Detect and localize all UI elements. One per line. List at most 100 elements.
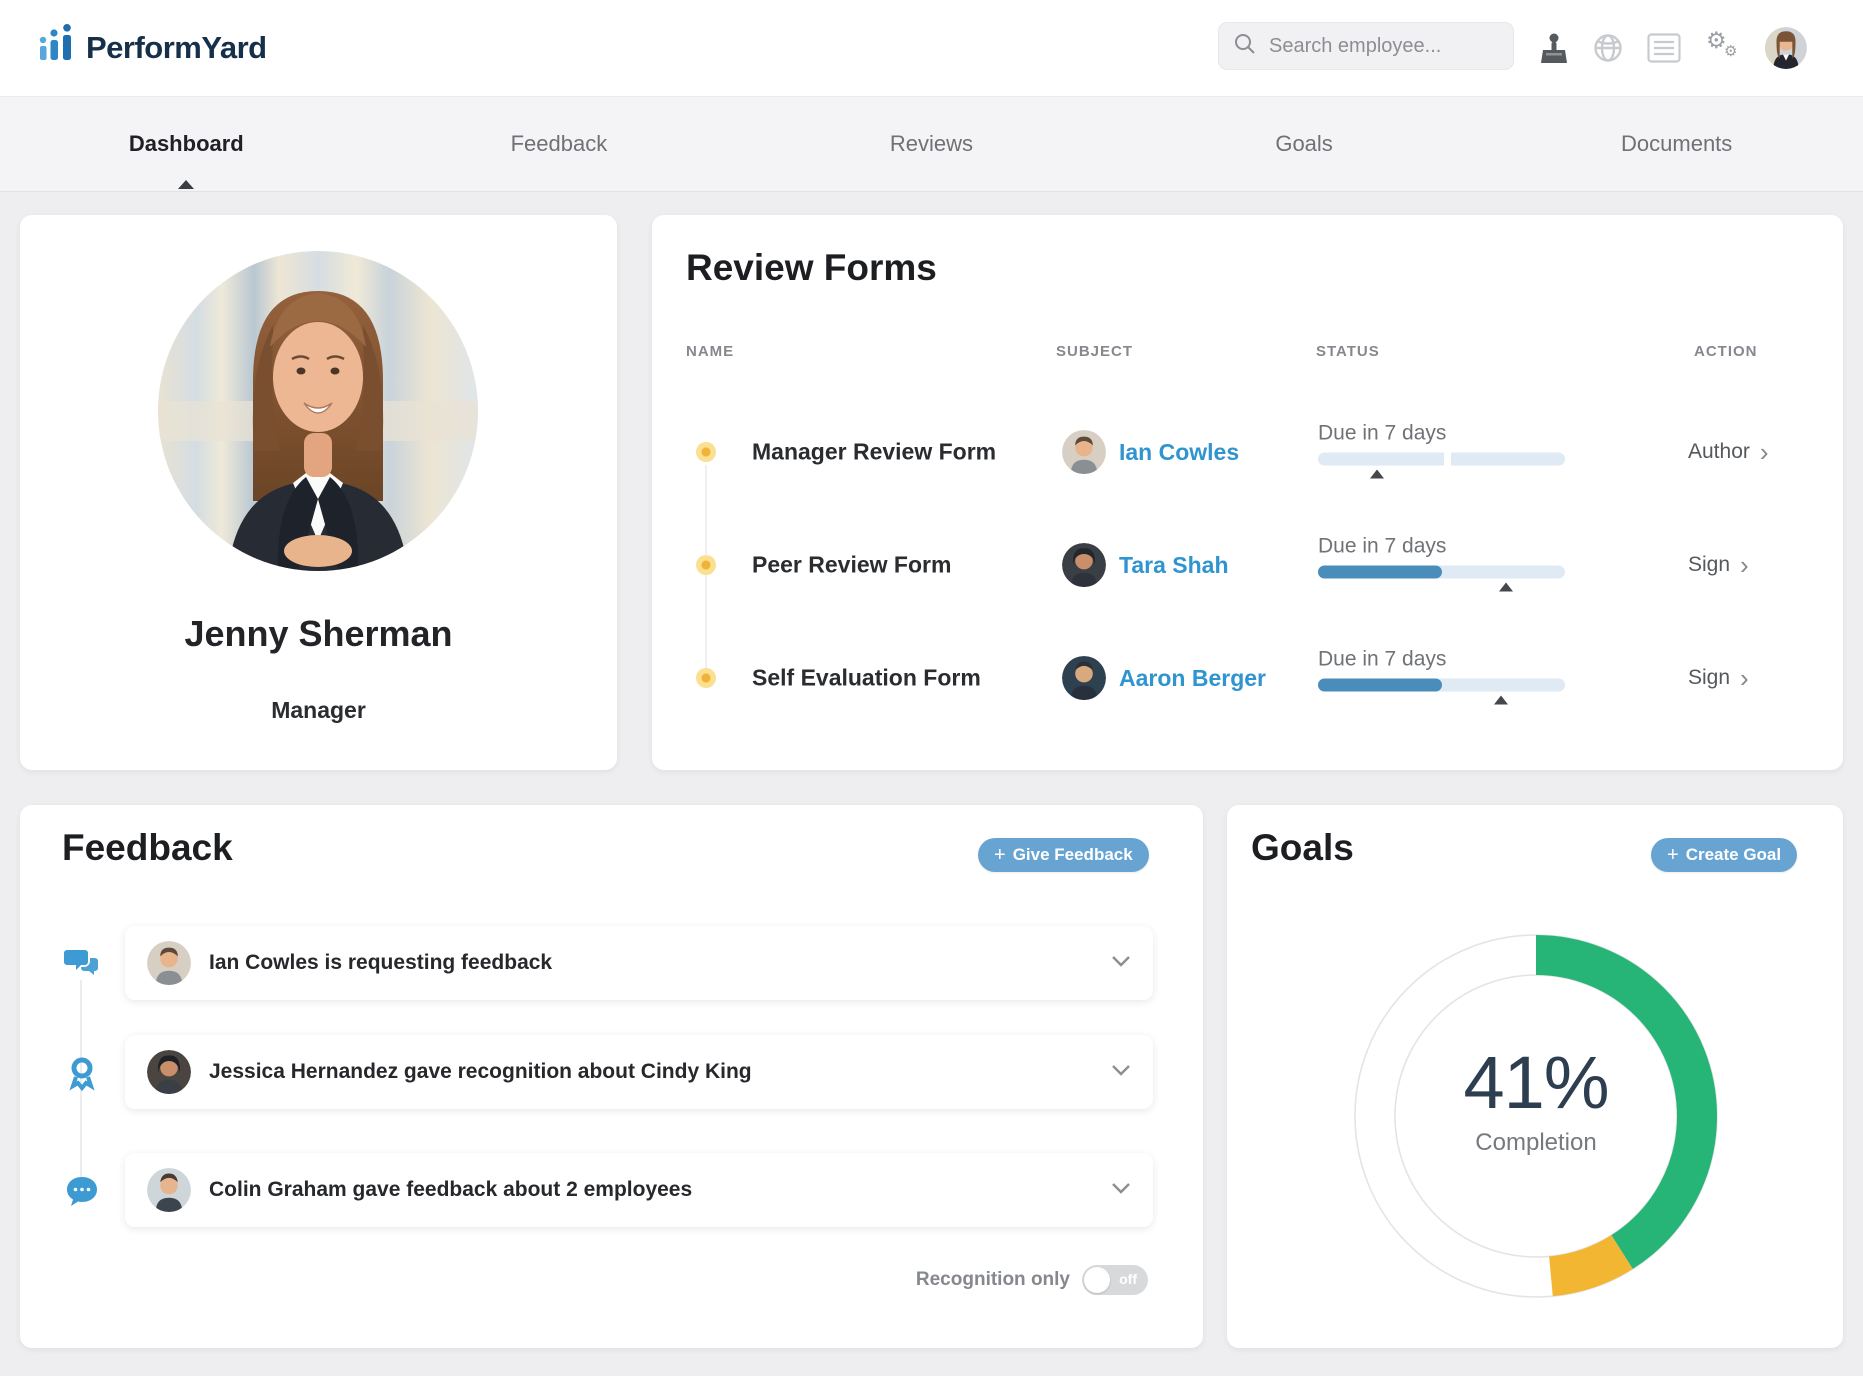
table-row: Peer Review Form Tara Shah Due in 7 days	[652, 520, 1843, 610]
performyard-dashboard: PerformYard Search employee... ⚙ ⚙ Dashb…	[0, 0, 1863, 1376]
recognition-only-toggle[interactable]: off	[1082, 1265, 1148, 1295]
give-feedback-label: Give Feedback	[1012, 845, 1133, 864]
chevron-down-icon[interactable]	[1111, 1063, 1131, 1081]
user-avatar[interactable]	[1765, 27, 1807, 69]
column-header-action: ACTION	[1694, 343, 1758, 360]
action-label: Author	[1688, 440, 1750, 463]
form-name: Peer Review Form	[752, 551, 952, 578]
column-header-subject: SUBJECT	[1056, 343, 1134, 360]
action-link-sign[interactable]: Sign ›	[1688, 552, 1749, 578]
chevron-right-icon: ›	[1740, 550, 1749, 580]
avatar	[147, 941, 191, 985]
chat-bubbles-icon	[64, 945, 100, 981]
plus-icon: +	[1667, 844, 1679, 866]
profile-card: Jenny Sherman Manager	[20, 215, 617, 770]
status-cell: Due in 7 days	[1318, 648, 1568, 709]
goals-title: Goals	[1251, 827, 1354, 868]
status-dot-icon	[696, 668, 716, 688]
table-row: Self Evaluation Form Aaron Berger Due in…	[652, 633, 1843, 723]
tab-goals-label: Goals	[1275, 131, 1333, 156]
chevron-right-icon: ›	[1740, 663, 1749, 693]
progress-marker-icon	[1498, 582, 1513, 592]
tab-dashboard[interactable]: Dashboard	[0, 97, 373, 191]
column-header-status: STATUS	[1316, 343, 1380, 360]
feedback-item[interactable]: Jessica Hernandez gave recognition about…	[125, 1035, 1153, 1109]
create-goal-label: Create Goal	[1685, 845, 1782, 864]
progress-fill	[1318, 678, 1442, 692]
performyard-logo[interactable]: PerformYard	[38, 24, 267, 71]
subject-link[interactable]: Tara Shah	[1119, 552, 1229, 579]
create-goal-button[interactable]: + Create Goal	[1651, 838, 1798, 872]
progress-segment-gap	[1443, 451, 1451, 467]
due-text: Due in 7 days	[1318, 421, 1447, 445]
form-name: Manager Review Form	[752, 438, 997, 465]
profile-photo	[158, 251, 478, 571]
feedback-item-text: Jessica Hernandez gave recognition about…	[209, 1060, 752, 1083]
action-label: Sign	[1688, 553, 1731, 576]
feedback-title: Feedback	[62, 827, 233, 868]
tab-reviews[interactable]: Reviews	[745, 97, 1118, 191]
status-cell: Due in 7 days	[1318, 535, 1568, 596]
org-person-icon[interactable]	[1534, 28, 1574, 68]
feedback-item-text: Colin Graham gave feedback about 2 emplo…	[209, 1178, 693, 1201]
progress-bar	[1318, 565, 1565, 596]
progress-bar	[1318, 678, 1565, 709]
tab-dashboard-label: Dashboard	[128, 131, 244, 156]
status-cell: Due in 7 days	[1318, 422, 1568, 483]
chevron-down-icon[interactable]	[1111, 954, 1131, 972]
subject-link[interactable]: Ian Cowles	[1119, 439, 1239, 466]
main-nav: Dashboard Feedback Reviews Goals Documen…	[0, 96, 1863, 192]
tab-documents[interactable]: Documents	[1490, 97, 1863, 191]
progress-marker-icon	[1493, 695, 1508, 705]
globe-icon[interactable]	[1588, 28, 1628, 68]
avatar	[1062, 656, 1106, 700]
avatar	[147, 1050, 191, 1094]
tab-goals[interactable]: Goals	[1118, 97, 1491, 191]
speech-bubble-icon	[64, 1173, 100, 1209]
feedback-card: Feedback + Give Feedback Ian Cowles is r…	[20, 805, 1203, 1348]
settings-gears-icon[interactable]: ⚙ ⚙	[1704, 28, 1744, 68]
tab-feedback[interactable]: Feedback	[373, 97, 746, 191]
profile-name: Jenny Sherman	[184, 613, 453, 654]
search-icon	[1233, 32, 1257, 61]
tab-reviews-label: Reviews	[889, 131, 974, 156]
avatar	[1062, 543, 1106, 587]
feedback-item[interactable]: Ian Cowles is requesting feedback	[125, 926, 1153, 1000]
due-text: Due in 7 days	[1318, 647, 1447, 671]
recognition-only-row: Recognition only off	[916, 1265, 1148, 1295]
table-row: Manager Review Form Ian Cowles Due in 7 …	[652, 407, 1843, 497]
avatar	[147, 1168, 191, 1212]
action-link-author[interactable]: Author ›	[1688, 439, 1769, 465]
top-header: PerformYard Search employee... ⚙ ⚙	[0, 0, 1863, 96]
logo-bars-icon	[38, 24, 76, 71]
employee-search	[1218, 22, 1514, 70]
progress-fill	[1318, 565, 1442, 579]
status-dot-icon	[696, 555, 716, 575]
toggle-state-label: off	[1119, 1271, 1137, 1287]
plus-icon: +	[994, 844, 1006, 866]
chevron-right-icon: ›	[1759, 437, 1769, 467]
column-header-name: NAME	[686, 343, 735, 360]
search-input[interactable]	[1267, 33, 1491, 59]
logo-text: PerformYard	[86, 29, 267, 65]
avatar	[1062, 430, 1106, 474]
subject-link[interactable]: Aaron Berger	[1119, 665, 1266, 692]
give-feedback-button[interactable]: + Give Feedback	[978, 838, 1149, 872]
profile-role: Manager	[271, 697, 366, 723]
progress-bar	[1318, 451, 1565, 483]
goal-completion-donut	[1346, 926, 1726, 1306]
gear-small-icon: ⚙	[1724, 42, 1738, 60]
review-forms-card: Review Forms NAME SUBJECT STATUS ACTION …	[652, 215, 1843, 770]
feedback-item-text: Ian Cowles is requesting feedback	[209, 951, 553, 974]
chevron-down-icon[interactable]	[1111, 1181, 1131, 1199]
progress-marker-icon	[1370, 469, 1385, 479]
recognition-medal-icon	[64, 1055, 100, 1092]
forms-list-icon[interactable]	[1644, 28, 1684, 68]
feedback-item[interactable]: Colin Graham gave feedback about 2 emplo…	[125, 1153, 1153, 1227]
action-link-sign[interactable]: Sign ›	[1688, 665, 1749, 691]
form-name: Self Evaluation Form	[752, 664, 981, 691]
toggle-knob	[1084, 1267, 1110, 1293]
status-dot-icon	[696, 442, 716, 462]
review-forms-title: Review Forms	[686, 247, 937, 288]
due-text: Due in 7 days	[1318, 534, 1447, 558]
